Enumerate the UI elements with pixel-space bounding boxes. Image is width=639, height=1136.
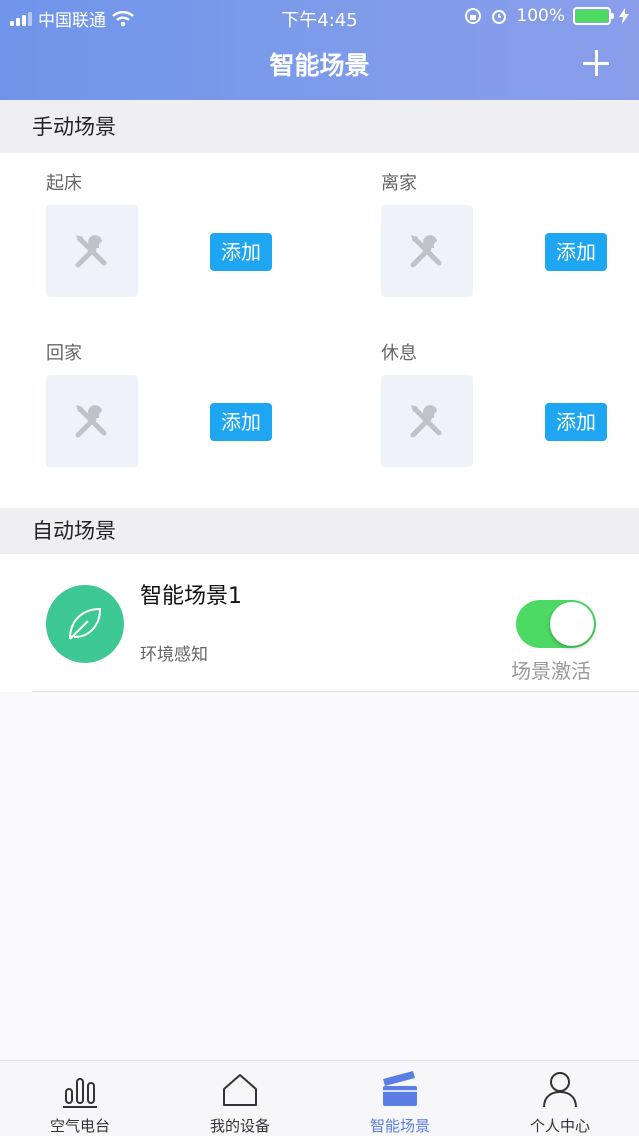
scene-card-leave-home[interactable]: 离家 添加 — [381, 153, 639, 297]
battery-percent: 100% — [516, 6, 565, 26]
scene-card-come-home[interactable]: 回家 添加 — [46, 323, 346, 467]
add-button[interactable]: 添加 — [210, 233, 272, 271]
scene-name: 回家 — [46, 343, 82, 364]
tab-label: 个人中心 — [529, 1117, 590, 1135]
header: 中国联通 下午4:45 100% 智能场景 — [0, 0, 639, 100]
tools-icon — [410, 405, 442, 438]
tab-personal-center[interactable]: 个人中心 — [480, 1061, 639, 1136]
scene-activate-toggle[interactable] — [516, 600, 596, 648]
scene-card-getup[interactable]: 起床 添加 — [46, 153, 346, 297]
page-title: 智能场景 — [269, 51, 370, 80]
add-button[interactable]: 添加 — [210, 403, 272, 441]
add-button[interactable]: 添加 — [545, 233, 607, 271]
person-icon — [543, 1072, 577, 1108]
scene-thumbnail[interactable] — [381, 375, 473, 467]
tab-label: 我的设备 — [209, 1117, 270, 1135]
scene-thumbnail[interactable] — [46, 205, 138, 297]
bar-chart-icon — [63, 1078, 97, 1108]
add-button[interactable]: 添加 — [545, 403, 607, 441]
alarm-icon — [492, 10, 507, 24]
auto-scene-title: 智能场景1 — [140, 584, 242, 609]
scene-name: 起床 — [46, 173, 82, 194]
tab-air-radio[interactable]: 空气电台 — [0, 1061, 160, 1136]
scene-thumbnail[interactable] — [46, 375, 138, 467]
clapperboard-icon — [383, 1071, 417, 1106]
battery-icon — [573, 7, 614, 25]
tab-label: 智能场景 — [369, 1117, 430, 1135]
manual-scenes-area: 起床 添加 离家 添加 回家 添加 休息 添加 — [0, 153, 639, 508]
scene-card-rest[interactable]: 休息 添加 — [381, 323, 639, 467]
status-right: 100% — [464, 6, 629, 26]
rotation-lock-icon — [465, 8, 482, 24]
scene-thumbnail[interactable] — [381, 205, 473, 297]
add-scene-button[interactable] — [579, 46, 613, 80]
leaf-icon-badge — [46, 585, 124, 663]
charging-icon — [619, 8, 629, 24]
tools-icon — [410, 235, 442, 268]
toggle-knob — [550, 602, 594, 646]
manual-section-header: 手动场景 — [0, 100, 639, 154]
divider — [32, 691, 639, 692]
tab-label: 空气电台 — [49, 1117, 110, 1135]
status-bar: 中国联通 下午4:45 100% — [0, 0, 639, 32]
auto-scene-item[interactable]: 智能场景1 环境感知 场景激活 — [0, 554, 639, 692]
tools-icon — [75, 235, 107, 268]
tools-icon — [75, 405, 107, 438]
home-icon — [223, 1074, 257, 1106]
tab-bar: 空气电台 我的设备 智能场景 个人中心 — [0, 1060, 639, 1136]
auto-section-header: 自动场景 — [0, 508, 639, 554]
leaf-icon — [69, 607, 102, 640]
scene-name: 离家 — [381, 173, 417, 194]
scene-name: 休息 — [381, 343, 417, 364]
auto-scene-subtitle: 环境感知 — [140, 645, 208, 665]
tab-smart-scenes[interactable]: 智能场景 — [320, 1061, 480, 1136]
toggle-label: 场景激活 — [511, 659, 591, 683]
tab-my-devices[interactable]: 我的设备 — [160, 1061, 320, 1136]
